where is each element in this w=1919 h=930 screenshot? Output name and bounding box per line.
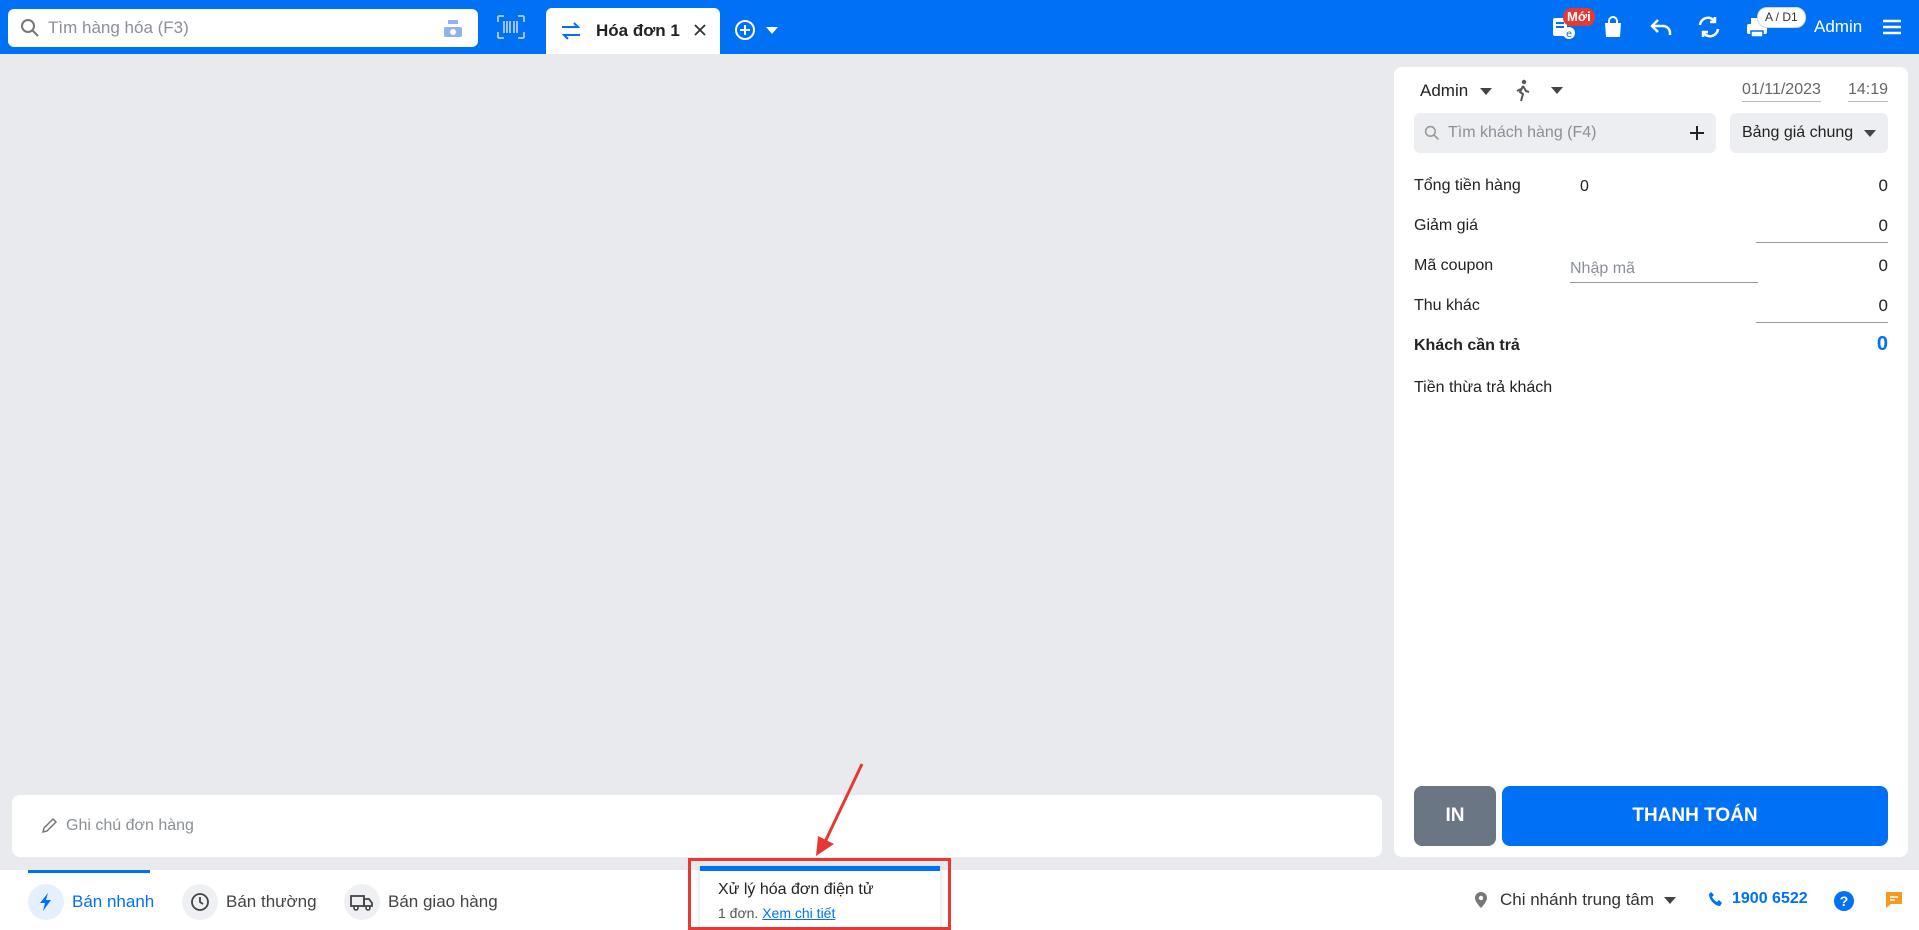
discount-value[interactable]: 0 [1879, 216, 1888, 236]
price-list-select[interactable]: Bảng giá chung [1730, 113, 1888, 153]
walking-person-icon[interactable] [1512, 79, 1534, 103]
checkout-panel: Admin 01/11/2023 14:19 Bảng giá chung Tổ… [1394, 67, 1908, 857]
staff-name: Admin [1420, 81, 1469, 100]
chevron-down-icon [766, 26, 778, 34]
chevron-down-icon [1664, 896, 1677, 904]
order-note[interactable] [12, 795, 1382, 857]
location-pin-icon [1475, 892, 1487, 908]
lightning-icon [28, 884, 64, 920]
discount-underline [1756, 242, 1888, 243]
nav-quick-sale-label: Bán nhanh [72, 892, 155, 911]
coupon-label: Mã coupon [1414, 257, 1494, 274]
payable-row: Khách cần trả 0 [1414, 333, 1888, 363]
change-row: Tiền thừa trả khách [1414, 375, 1888, 405]
undo-icon[interactable] [1648, 14, 1674, 40]
invoice-time[interactable]: 14:19 [1848, 81, 1889, 102]
nav-normal-sale[interactable]: Bán thường [182, 884, 317, 920]
printer-badge: A / D1 [1757, 7, 1806, 28]
payable-label: Khách cần trả [1414, 337, 1520, 354]
clock-icon [182, 884, 218, 920]
price-list-value: Bảng giá chung [1742, 124, 1854, 141]
total-value: 0 [1878, 176, 1888, 195]
coupon-value: 0 [1878, 256, 1888, 275]
branch-select[interactable]: Chi nhánh trung tâm [1474, 890, 1677, 910]
user-name[interactable]: Admin [1814, 17, 1862, 37]
tab-invoice-1[interactable]: Hóa đơn 1 [546, 8, 720, 54]
order-note-input[interactable] [66, 817, 1382, 835]
product-search[interactable] [8, 9, 478, 47]
hotline-number: 1900 6522 [1732, 890, 1808, 907]
search-icon [1424, 125, 1439, 140]
invoice-date[interactable]: 01/11/2023 [1742, 81, 1821, 102]
nav-delivery-sale[interactable]: Bán giao hàng [344, 884, 498, 920]
barcode-icon[interactable] [496, 14, 526, 40]
nav-delivery-sale-label: Bán giao hàng [388, 892, 498, 911]
pay-button[interactable]: THANH TOÁN [1502, 786, 1888, 846]
chevron-down-icon [1480, 87, 1493, 95]
staff-select[interactable]: Admin [1420, 81, 1493, 101]
add-tab-button[interactable] [734, 18, 782, 42]
scale-icon[interactable] [442, 17, 464, 39]
add-tab-icon [735, 20, 755, 40]
discount-row: Giảm giá 0 [1414, 213, 1888, 243]
bottom-bar: Bán nhanh Bán thường Bán giao hàng Chi n… [0, 870, 1919, 930]
product-search-input[interactable] [48, 18, 442, 38]
nav-quick-sale[interactable]: Bán nhanh [28, 884, 154, 920]
add-customer-icon[interactable] [1688, 124, 1706, 142]
change-label: Tiền thừa trả khách [1414, 379, 1553, 396]
hotline[interactable]: 1900 6522 [1708, 890, 1808, 908]
coupon-input[interactable] [1570, 255, 1758, 283]
close-icon[interactable] [692, 22, 708, 38]
pencil-icon [41, 817, 58, 834]
new-badge: Mới [1563, 8, 1595, 26]
truck-icon [344, 884, 380, 920]
active-tab-indicator [28, 870, 150, 873]
chevron-down-icon[interactable] [1551, 87, 1563, 94]
help-icon[interactable]: ? [1834, 891, 1854, 911]
top-bar: Hóa đơn 1 e Mới A / D1 Admin [0, 0, 1919, 54]
total-quantity: 0 [1580, 178, 1589, 195]
other-fees-row: Thu khác 0 [1414, 293, 1888, 323]
other-fees-label: Thu khác [1414, 297, 1480, 314]
tab-label: Hóa đơn 1 [596, 21, 680, 40]
annotation-arrow [816, 763, 864, 856]
customer-search[interactable] [1414, 113, 1716, 153]
chevron-down-icon [1864, 129, 1876, 137]
other-fees-value[interactable]: 0 [1879, 296, 1888, 316]
payable-value: 0 [1876, 333, 1888, 355]
branch-name: Chi nhánh trung tâm [1500, 890, 1655, 909]
chat-icon[interactable] [1884, 890, 1904, 910]
other-fees-underline [1756, 322, 1888, 323]
phone-icon [1709, 892, 1722, 906]
svg-text:e: e [1566, 29, 1572, 40]
discount-label: Giảm giá [1414, 217, 1479, 234]
nav-normal-sale-label: Bán thường [226, 892, 317, 911]
print-button[interactable]: IN [1414, 786, 1496, 846]
refresh-icon[interactable] [1696, 14, 1722, 40]
shopping-bag-icon[interactable] [1600, 14, 1626, 40]
total-row: Tổng tiền hàng 0 0 [1414, 173, 1888, 203]
menu-icon[interactable] [1879, 14, 1905, 40]
coupon-row: Mã coupon 0 [1414, 253, 1888, 283]
search-icon [21, 19, 39, 37]
annotation-highlight-box [688, 858, 951, 930]
swap-icon[interactable] [560, 21, 582, 41]
customer-search-input[interactable] [1448, 124, 1688, 142]
total-label: Tổng tiền hàng [1414, 177, 1521, 194]
